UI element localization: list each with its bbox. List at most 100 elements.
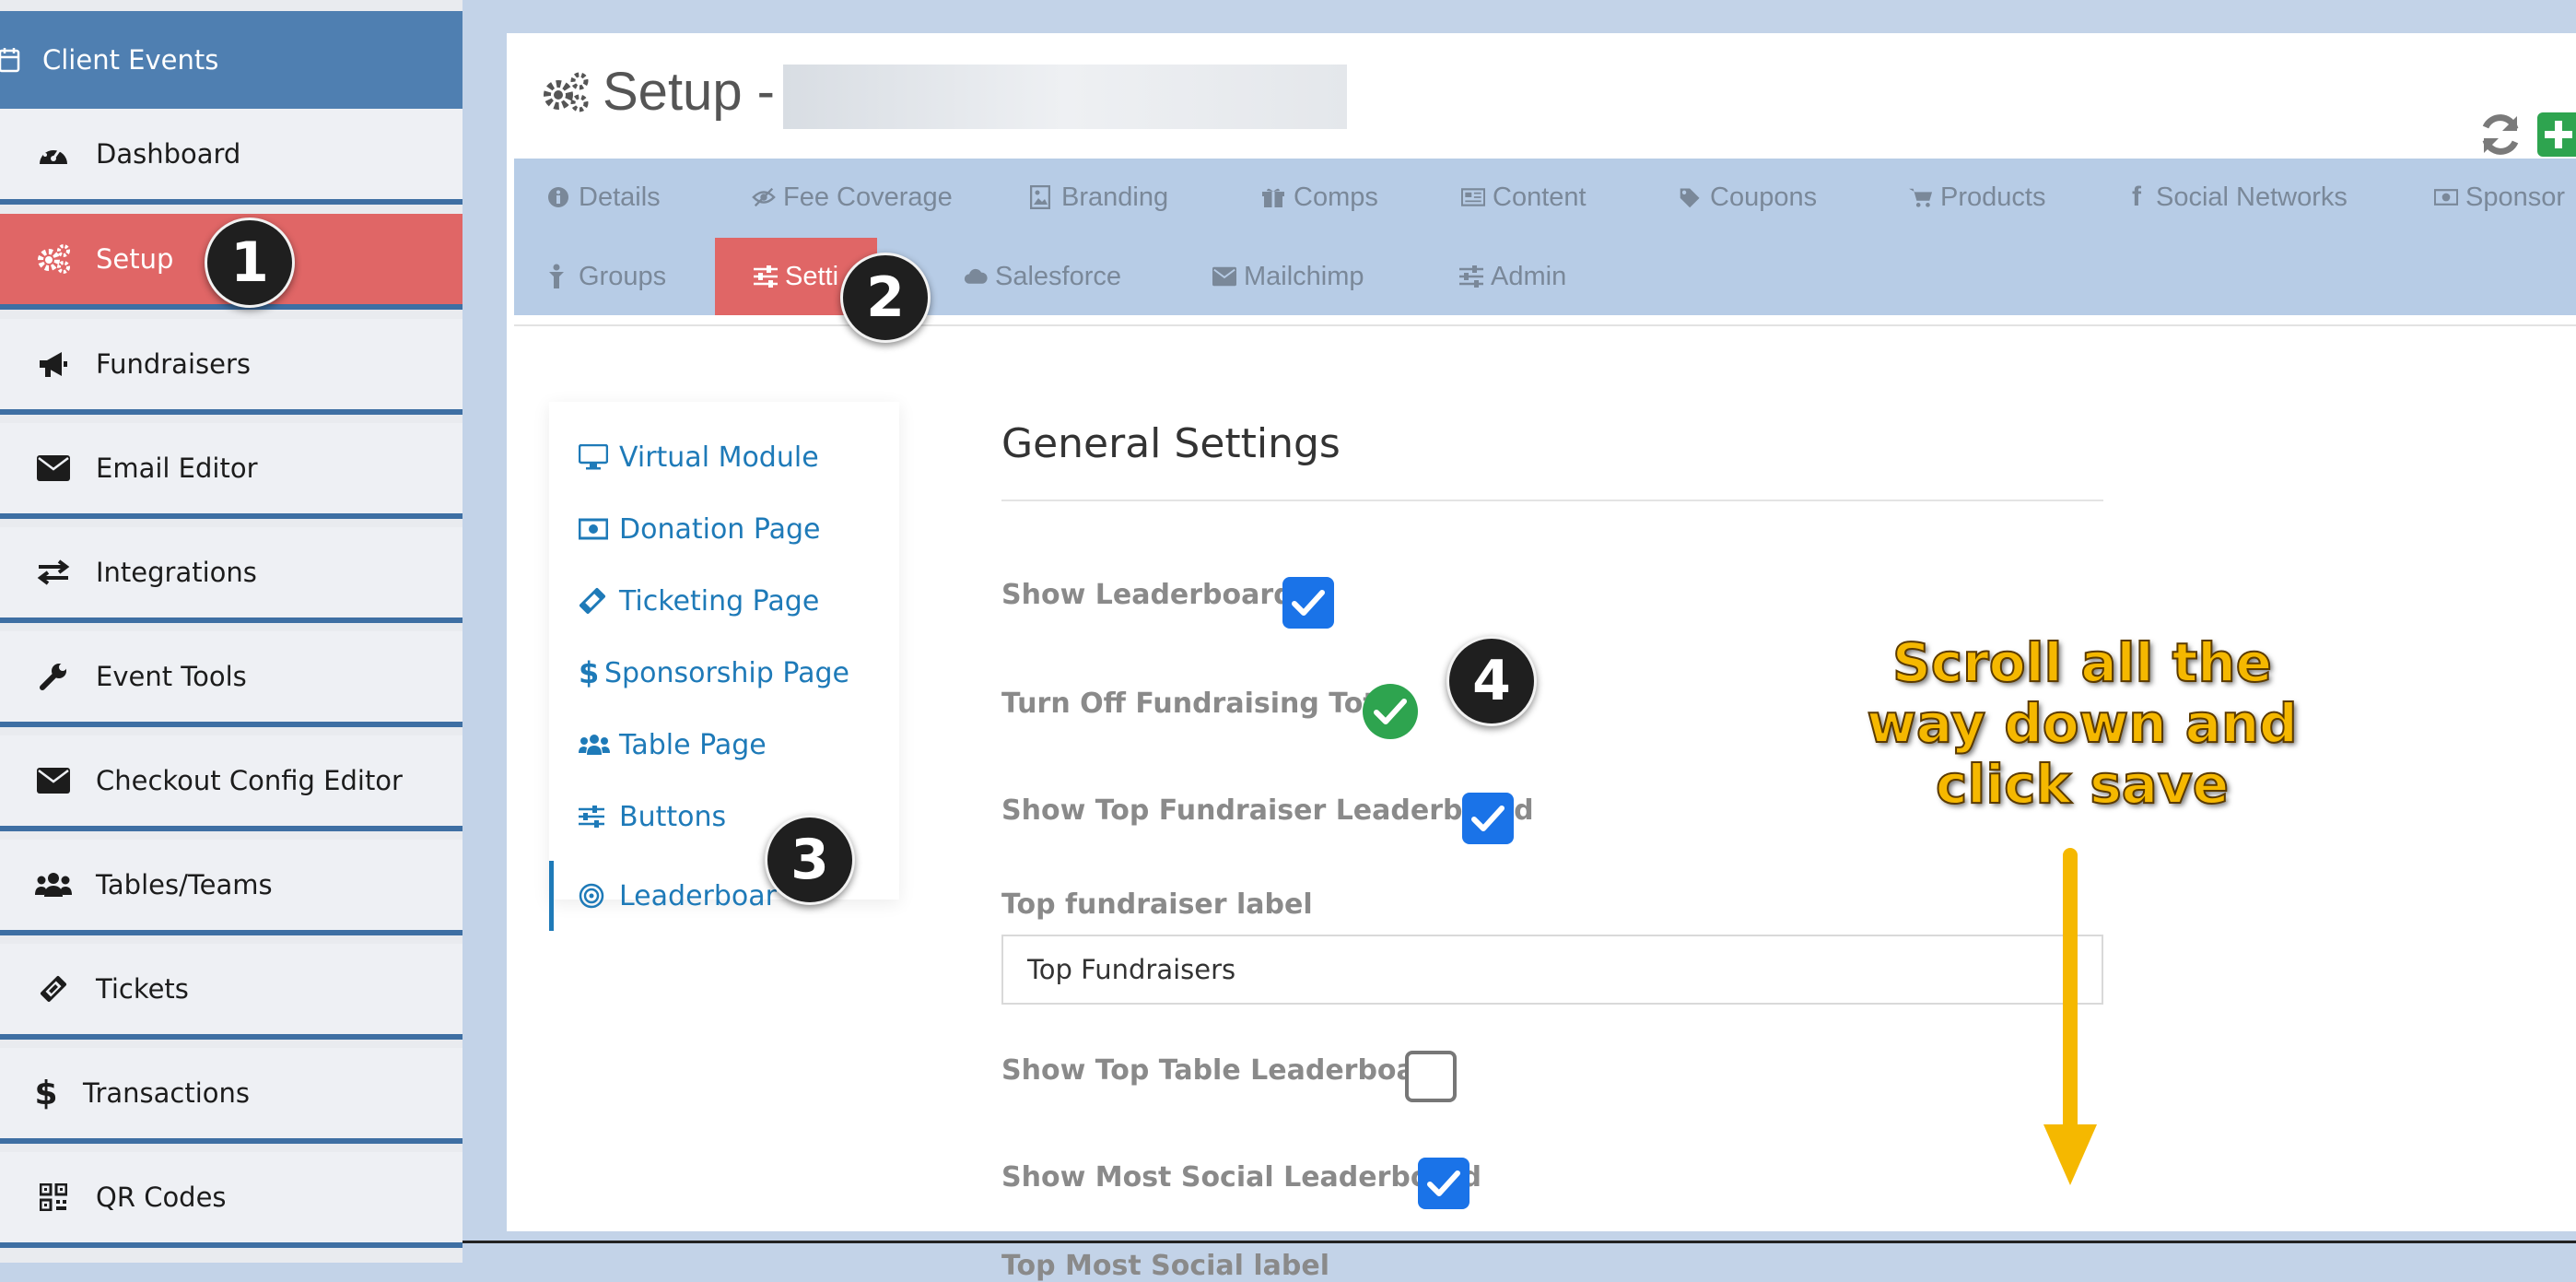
subnav-ticketing-page[interactable]: Ticketing Page	[579, 573, 819, 629]
money-icon	[2434, 185, 2458, 209]
tab-salesforce[interactable]: Salesforce	[964, 238, 1121, 315]
users-icon	[579, 729, 610, 760]
tab-bar: Details Fee Coverage Branding Comps Cont…	[514, 159, 2576, 315]
envelope-icon	[35, 450, 72, 487]
show-leaderboards-checkbox[interactable]	[1282, 577, 1334, 629]
sidebar-item-event-tools[interactable]: Event Tools	[0, 631, 463, 727]
settings-subnav: Virtual Module Donation Page Ticketing P…	[549, 402, 899, 931]
tab-content[interactable]: Content	[1461, 159, 1587, 236]
sidebar-item-label: Fundraisers	[96, 348, 251, 380]
dollar-icon: $	[34, 1074, 58, 1112]
sidebar-item-label: Event Tools	[96, 661, 247, 692]
sidebar-item-qr-codes[interactable]: QR Codes	[0, 1152, 463, 1248]
sidebar-item-label: Tables/Teams	[96, 869, 273, 900]
sidebar-item-email-editor[interactable]: Email Editor	[0, 423, 463, 519]
gift-icon	[1262, 185, 1286, 209]
qrcode-icon	[35, 1179, 72, 1216]
turn-off-fundraising-total-label: Turn Off Fundraising Total	[1001, 688, 1405, 720]
tab-products[interactable]: Products	[1909, 159, 2045, 236]
cart-icon	[1909, 185, 1933, 209]
tab-admin[interactable]: Admin	[1459, 238, 1566, 315]
section-title: General Settings	[1001, 420, 1341, 467]
tags-icon	[1679, 185, 1703, 209]
dollar-icon: $	[579, 655, 600, 690]
subnav-virtual-module[interactable]: Virtual Module	[579, 429, 819, 485]
subnav-buttons[interactable]: Buttons	[579, 789, 726, 844]
redacted-event-name	[783, 65, 1347, 129]
users-icon	[35, 866, 72, 903]
viewport-bottom-edge	[463, 1241, 2576, 1243]
turn-off-fundraising-total-checkbox[interactable]	[1363, 684, 1418, 739]
add-icon[interactable]	[2537, 111, 2576, 159]
sidebar-header[interactable]: Client Events	[0, 11, 463, 109]
ticket-icon	[35, 970, 72, 1007]
gears-icon	[542, 71, 590, 113]
show-top-fundraiser-checkbox[interactable]	[1462, 793, 1514, 844]
sidebar-header-label: Client Events	[42, 44, 219, 76]
tab-mailchimp[interactable]: Mailchimp	[1212, 238, 1364, 315]
show-top-table-checkbox[interactable]	[1405, 1051, 1457, 1102]
tab-details[interactable]: Details	[547, 159, 661, 236]
subnav-donation-page[interactable]: Donation Page	[579, 501, 820, 557]
newspaper-icon	[1461, 185, 1485, 209]
child-icon	[547, 264, 571, 288]
sidebar-item-tables-teams[interactable]: Tables/Teams	[0, 840, 463, 935]
step-badge-3: 3	[765, 815, 855, 905]
show-most-social-label: Show Most Social Leaderboard	[1001, 1161, 1482, 1194]
checkmark-icon	[1471, 806, 1505, 831]
top-fundraiser-label-input[interactable]: Top Fundraisers	[1001, 935, 2103, 1005]
sidebar-item-label: Dashboard	[96, 138, 241, 170]
subnav-active-indicator	[549, 861, 554, 931]
checkmark-icon	[1427, 1170, 1460, 1196]
info-icon	[547, 185, 571, 209]
bullseye-icon	[579, 880, 610, 912]
sidebar-item-checkout-config-editor[interactable]: Checkout Config Editor	[0, 735, 463, 831]
sidebar-item-label: Integrations	[96, 557, 257, 588]
sidebar-item-dashboard[interactable]: Dashboard	[0, 109, 463, 205]
tab-comps[interactable]: Comps	[1262, 159, 1378, 236]
sidebar-item-label: QR Codes	[96, 1182, 227, 1213]
show-top-fundraiser-label: Show Top Fundraiser Leaderboard	[1001, 794, 1534, 827]
sidebar-item-tickets[interactable]: Tickets	[0, 944, 463, 1040]
sidebar-item-integrations[interactable]: Integrations	[0, 527, 463, 623]
tab-groups[interactable]: Groups	[547, 238, 666, 315]
top-most-social-label: Top Most Social label	[1001, 1250, 1330, 1282]
megaphone-icon	[35, 346, 72, 382]
tab-sponsor[interactable]: Sponsor	[2434, 159, 2565, 236]
money-icon	[579, 513, 610, 545]
envelope-icon	[1212, 265, 1236, 288]
subnav-sponsorship-page[interactable]: $ Sponsorship Page	[579, 645, 849, 700]
tab-coupons[interactable]: Coupons	[1679, 159, 1817, 236]
page-title-text: Setup - '	[603, 62, 801, 122]
step-badge-1: 1	[205, 218, 295, 308]
calendar-icon	[0, 46, 20, 74]
step-badge-4: 4	[1446, 636, 1537, 726]
sidebar-item-label: Checkout Config Editor	[96, 765, 403, 796]
sidebar-item-label: Email Editor	[96, 453, 258, 484]
cloud-icon	[964, 265, 988, 288]
facebook-icon: f	[2132, 182, 2141, 212]
checkmark-icon	[1374, 699, 1407, 724]
sidebar-item-label: Transactions	[83, 1077, 251, 1109]
image-icon	[1030, 185, 1054, 209]
sidebar-item-transactions[interactable]: $ Transactions	[0, 1048, 463, 1144]
divider	[514, 324, 2576, 326]
tab-branding[interactable]: Branding	[1030, 159, 1168, 236]
eye-slash-icon	[752, 185, 776, 209]
tab-fee-coverage[interactable]: Fee Coverage	[752, 159, 953, 236]
show-top-table-label: Show Top Table Leaderboard	[1001, 1054, 1449, 1087]
subnav-table-page[interactable]: Table Page	[579, 717, 767, 772]
step-badge-2: 2	[840, 253, 931, 343]
ticket-icon	[579, 585, 610, 617]
tab-social-networks[interactable]: f Social Networks	[2132, 159, 2348, 236]
sidebar-item-label: Tickets	[96, 973, 189, 1005]
sliders-icon	[579, 801, 610, 832]
sidebar-item-fundraisers[interactable]: Fundraisers	[0, 319, 463, 415]
section-divider	[1001, 500, 2103, 501]
refresh-icon[interactable]	[2476, 111, 2524, 159]
sliders-icon	[754, 265, 778, 288]
subnav-leaderboards[interactable]: Leaderboar	[579, 868, 777, 923]
show-most-social-checkbox[interactable]	[1418, 1158, 1469, 1209]
header-actions	[2476, 111, 2576, 159]
top-fundraiser-label-label: Top fundraiser label	[1001, 888, 1313, 921]
